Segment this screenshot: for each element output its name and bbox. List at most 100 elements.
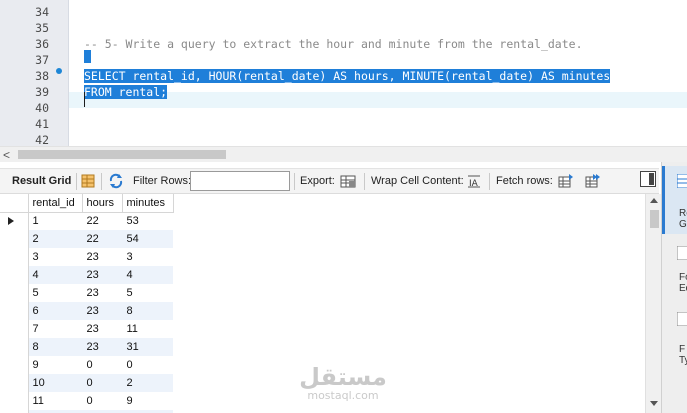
side-item-field-types[interactable]: F Ty	[679, 344, 687, 366]
table-cell[interactable]: 0	[82, 374, 122, 392]
table-cell[interactable]: 4	[122, 266, 173, 284]
scroll-thumb[interactable]	[18, 150, 226, 159]
table-cell[interactable]: 23	[82, 248, 122, 266]
row-indicator[interactable]	[0, 230, 29, 248]
table-row[interactable]: 7 23 11	[0, 320, 173, 338]
fetch-rows-label: Fetch rows:	[496, 175, 553, 187]
export-icon[interactable]	[340, 173, 356, 189]
table-cell[interactable]: 3	[122, 248, 173, 266]
filter-rows-label: Filter Rows:	[133, 175, 192, 187]
row-indicator[interactable]	[0, 212, 29, 230]
fetch-all-rows-icon[interactable]	[585, 173, 601, 189]
row-indicator[interactable]	[0, 392, 29, 410]
line-number: 40	[35, 101, 49, 115]
line-number: 42	[35, 133, 49, 146]
column-header-rental-id[interactable]: rental_id	[28, 194, 83, 213]
side-item-result-grid[interactable]: Re G	[679, 208, 687, 230]
row-indicator[interactable]	[0, 266, 29, 284]
table-cell[interactable]: 23	[82, 284, 122, 302]
table-cell[interactable]: 11	[122, 320, 173, 338]
table-row[interactable]: 900	[0, 356, 173, 374]
scroll-down-arrow-icon[interactable]	[650, 401, 658, 406]
wrap-cell-content-label: Wrap Cell Content:	[371, 175, 464, 187]
line-number: 35	[35, 21, 49, 35]
row-indicator[interactable]	[0, 248, 29, 266]
table-cell[interactable]: 23	[82, 320, 122, 338]
grid-layout-icon[interactable]	[80, 173, 96, 189]
table-cell[interactable]: 23	[82, 266, 122, 284]
field-types-side-icon[interactable]	[677, 312, 687, 326]
table-row[interactable]: 4 23 4	[0, 266, 173, 284]
table-cell[interactable]: 9	[122, 392, 173, 410]
column-header-minutes[interactable]: minutes	[122, 194, 174, 213]
table-cell[interactable]: 2	[28, 230, 82, 248]
result-table: rental_id hours minutes 1 22 53 2 22 54 3 23 3 4 2…	[0, 194, 174, 413]
wrap-text-icon[interactable]: IA	[466, 173, 482, 189]
editor-margin-line	[68, 0, 69, 146]
table-cell[interactable]: 7	[28, 320, 82, 338]
statement-marker-icon	[56, 68, 62, 74]
code-line-selected[interactable]: FROM rental;	[84, 85, 168, 99]
code-line[interactable]: -- 5- Write a query to extract the hour …	[84, 36, 583, 52]
table-row[interactable]: 1 22 53	[0, 212, 173, 230]
toolbar-divider	[294, 173, 295, 190]
row-indicator[interactable]	[0, 284, 29, 302]
row-indicator[interactable]	[0, 338, 29, 356]
table-cell[interactable]: 54	[122, 230, 173, 248]
code-comment-line[interactable]: -- 5- Write a query to extract the hour …	[84, 37, 583, 51]
side-item-form-editor[interactable]: Fo Ed	[679, 272, 687, 294]
table-cell[interactable]: 11	[28, 392, 82, 410]
scroll-left-arrow-icon[interactable]: <	[3, 148, 10, 162]
scroll-up-arrow-icon[interactable]	[650, 198, 658, 203]
sql-editor[interactable]: 34 35 36 37 38 39 40 41 42 -- 5- Write a query t…	[0, 0, 687, 146]
form-editor-side-icon[interactable]	[677, 246, 687, 260]
column-header-hours[interactable]: hours	[82, 194, 123, 213]
table-cell[interactable]: 6	[28, 302, 82, 320]
table-cell[interactable]: 1	[28, 212, 82, 230]
table-cell[interactable]: 0	[82, 392, 122, 410]
table-row[interactable]: 8 23 31	[0, 338, 173, 356]
row-indicator[interactable]	[0, 320, 29, 338]
table-cell[interactable]: 8	[122, 302, 173, 320]
table-cell[interactable]: 31	[122, 338, 173, 356]
table-row[interactable]: 5 23 5	[0, 284, 173, 302]
fetch-next-rows-icon[interactable]	[558, 173, 574, 189]
table-cell[interactable]: 10	[28, 374, 82, 392]
text-caret	[84, 92, 85, 107]
table-cell[interactable]: 5	[28, 284, 82, 302]
code-line-selected[interactable]: SELECT rental_id, HOUR(rental_date) AS h…	[84, 69, 611, 83]
code-line[interactable]: SELECT rental_id, HOUR(rental_date) AS h…	[84, 68, 611, 84]
table-row[interactable]: 2 22 54	[0, 230, 173, 248]
toggle-side-panel-icon[interactable]	[640, 171, 656, 187]
table-row[interactable]: 6 23 8	[0, 302, 173, 320]
row-indicator[interactable]	[0, 302, 29, 320]
table-cell[interactable]: 22	[82, 212, 122, 230]
editor-horizontal-scrollbar[interactable]: <	[0, 146, 687, 162]
code-line[interactable]: FROM rental;	[84, 84, 168, 100]
filter-rows-input[interactable]	[190, 171, 290, 191]
table-row[interactable]: 10 0 2	[0, 374, 173, 392]
table-cell[interactable]: 23	[82, 302, 122, 320]
table-cell[interactable]: 0	[122, 356, 173, 374]
table-cell[interactable]: 9	[28, 356, 82, 374]
table-row[interactable]: 3 23 3	[0, 248, 173, 266]
current-row-arrow-icon	[8, 217, 14, 225]
line-number: 36	[35, 37, 49, 51]
table-cell[interactable]: 4	[28, 266, 82, 284]
table-cell[interactable]: 3	[28, 248, 82, 266]
table-row[interactable]: 11 0 9	[0, 392, 173, 410]
table-cell[interactable]: 53	[122, 212, 173, 230]
table-cell[interactable]: 23	[82, 338, 122, 356]
table-cell[interactable]: 22	[82, 230, 122, 248]
table-cell[interactable]: 8	[28, 338, 82, 356]
result-grid-side-icon[interactable]	[677, 174, 687, 188]
table-cell[interactable]: 0	[82, 356, 122, 374]
table-cell[interactable]: 5	[122, 284, 173, 302]
refresh-icon[interactable]	[108, 173, 124, 189]
table-cell[interactable]: 2	[122, 374, 173, 392]
grid-vertical-scrollbar[interactable]	[645, 194, 661, 413]
row-indicator[interactable]	[0, 356, 29, 374]
result-grid-tab[interactable]: Result Grid	[12, 175, 71, 187]
row-indicator[interactable]	[0, 374, 29, 392]
scroll-thumb[interactable]	[650, 210, 659, 228]
